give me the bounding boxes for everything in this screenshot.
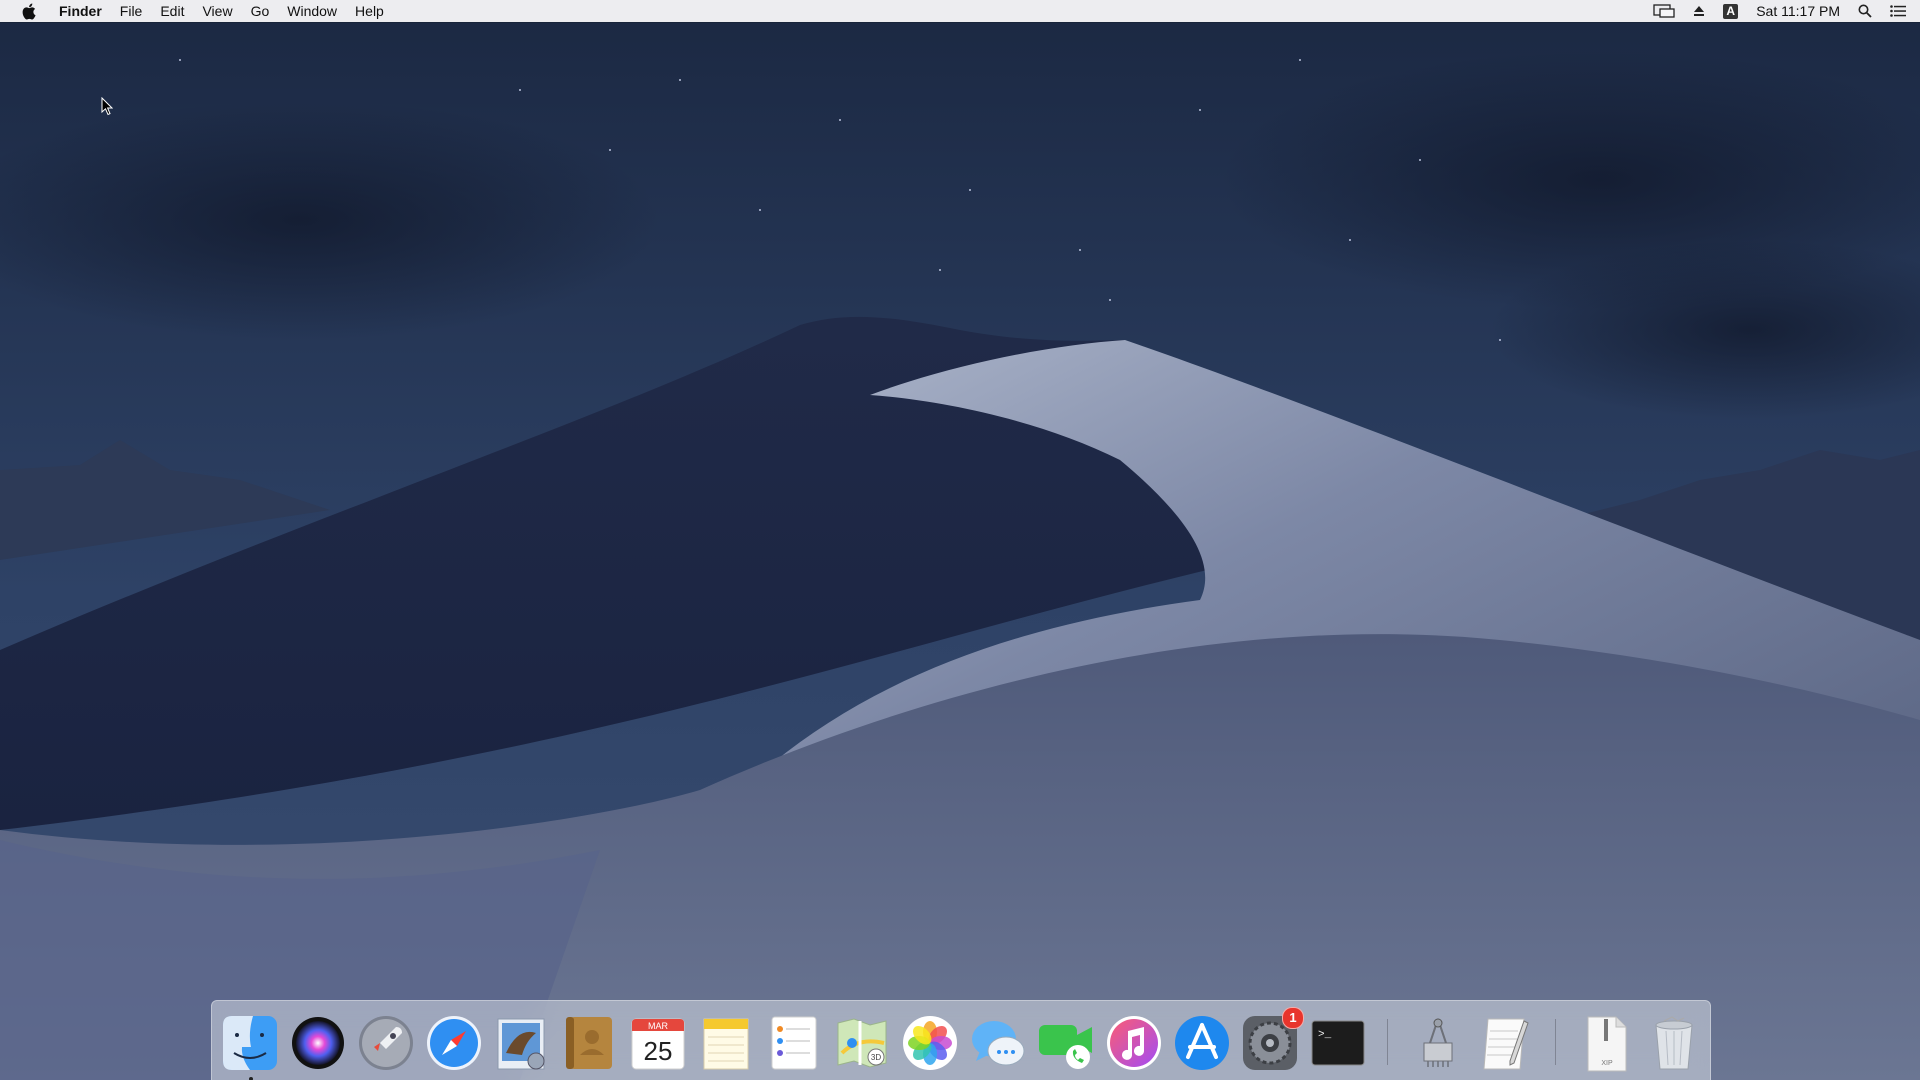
notification-badge: 1 xyxy=(1282,1007,1304,1029)
menu-view[interactable]: View xyxy=(193,0,241,22)
dock-reminders[interactable] xyxy=(764,1013,824,1073)
dock-finder[interactable] xyxy=(220,1013,280,1080)
launchpad-icon xyxy=(359,1016,413,1070)
apple-menu-icon[interactable] xyxy=(20,2,38,20)
calendar-day: 25 xyxy=(644,1036,673,1066)
input-source-icon[interactable]: A xyxy=(1714,3,1747,19)
menu-bar: Finder File Edit View Go Window Help A S… xyxy=(0,0,1920,22)
messages-icon xyxy=(972,1021,1025,1066)
xip-archive-icon: XIP xyxy=(1587,1016,1627,1072)
dock-facetime[interactable] xyxy=(1036,1013,1096,1073)
menu-clock[interactable]: Sat 11:17 PM xyxy=(1747,0,1849,22)
dock: MAR 25 3D 1 >_ XIP xyxy=(211,1000,1711,1080)
maps-icon: 3D xyxy=(837,1018,887,1068)
photos-icon xyxy=(903,1016,957,1070)
dock-textedit[interactable] xyxy=(1476,1013,1536,1073)
desktop-wallpaper xyxy=(0,0,1920,1080)
mail-icon xyxy=(497,1018,545,1070)
dock-system-preferences[interactable]: 1 xyxy=(1240,1007,1304,1073)
reminders-icon xyxy=(771,1016,817,1070)
spotlight-search-icon[interactable] xyxy=(1849,4,1881,18)
dock-trash[interactable] xyxy=(1644,1013,1704,1073)
menu-bar-left: Finder File Edit View Go Window Help xyxy=(0,0,393,22)
notes-icon xyxy=(703,1018,749,1070)
xip-label: XIP xyxy=(1601,1060,1613,1067)
dock-itunes[interactable] xyxy=(1104,1013,1164,1073)
dock-mail[interactable] xyxy=(492,1013,552,1073)
menu-go[interactable]: Go xyxy=(242,0,279,22)
dock-separator xyxy=(1387,1019,1388,1065)
dock-photos[interactable] xyxy=(900,1013,960,1073)
dock-notes[interactable] xyxy=(696,1013,756,1073)
dock-messages[interactable] xyxy=(968,1013,1028,1073)
dock-contacts[interactable] xyxy=(560,1013,620,1073)
dock-xip-archive[interactable]: XIP xyxy=(1576,1013,1636,1073)
calendar-icon: MAR 25 xyxy=(631,1018,685,1070)
dock-separator-stacks xyxy=(1555,1019,1556,1065)
siri-icon xyxy=(292,1017,344,1069)
screen-mirroring-icon[interactable] xyxy=(1644,4,1684,18)
system-information-icon xyxy=(1423,1018,1453,1067)
dock-launchpad[interactable] xyxy=(356,1013,416,1073)
dock-calendar[interactable]: MAR 25 xyxy=(628,1013,688,1073)
textedit-icon xyxy=(1483,1018,1529,1070)
trash-icon xyxy=(1655,1016,1693,1070)
notification-center-icon[interactable] xyxy=(1881,5,1920,17)
menu-file[interactable]: File xyxy=(111,0,152,22)
menu-help[interactable]: Help xyxy=(346,0,393,22)
dock-app-store[interactable] xyxy=(1172,1013,1232,1073)
contacts-icon xyxy=(566,1017,612,1069)
maps-3d-label: 3D xyxy=(871,1053,881,1062)
terminal-prompt: >_ xyxy=(1318,1029,1332,1041)
menu-app-finder[interactable]: Finder xyxy=(50,0,111,22)
dock-maps[interactable]: 3D xyxy=(832,1013,892,1073)
dock-terminal[interactable]: >_ xyxy=(1308,1013,1368,1073)
terminal-icon: >_ xyxy=(1311,1020,1365,1066)
eject-icon[interactable] xyxy=(1684,5,1714,17)
input-source-letter: A xyxy=(1723,3,1739,19)
calendar-month: MAR xyxy=(648,1021,669,1031)
menu-bar-right: A Sat 11:17 PM xyxy=(1644,0,1920,22)
safari-icon xyxy=(427,1016,481,1070)
menu-window[interactable]: Window xyxy=(278,0,346,22)
mouse-cursor-icon xyxy=(101,97,113,116)
itunes-icon xyxy=(1107,1016,1161,1070)
facetime-icon xyxy=(1039,1025,1092,1069)
app-store-icon xyxy=(1175,1016,1229,1070)
finder-icon xyxy=(223,1016,277,1070)
dock-safari[interactable] xyxy=(424,1013,484,1073)
dock-siri[interactable] xyxy=(288,1013,348,1073)
dock-system-information[interactable] xyxy=(1408,1013,1468,1073)
menu-edit[interactable]: Edit xyxy=(151,0,193,22)
